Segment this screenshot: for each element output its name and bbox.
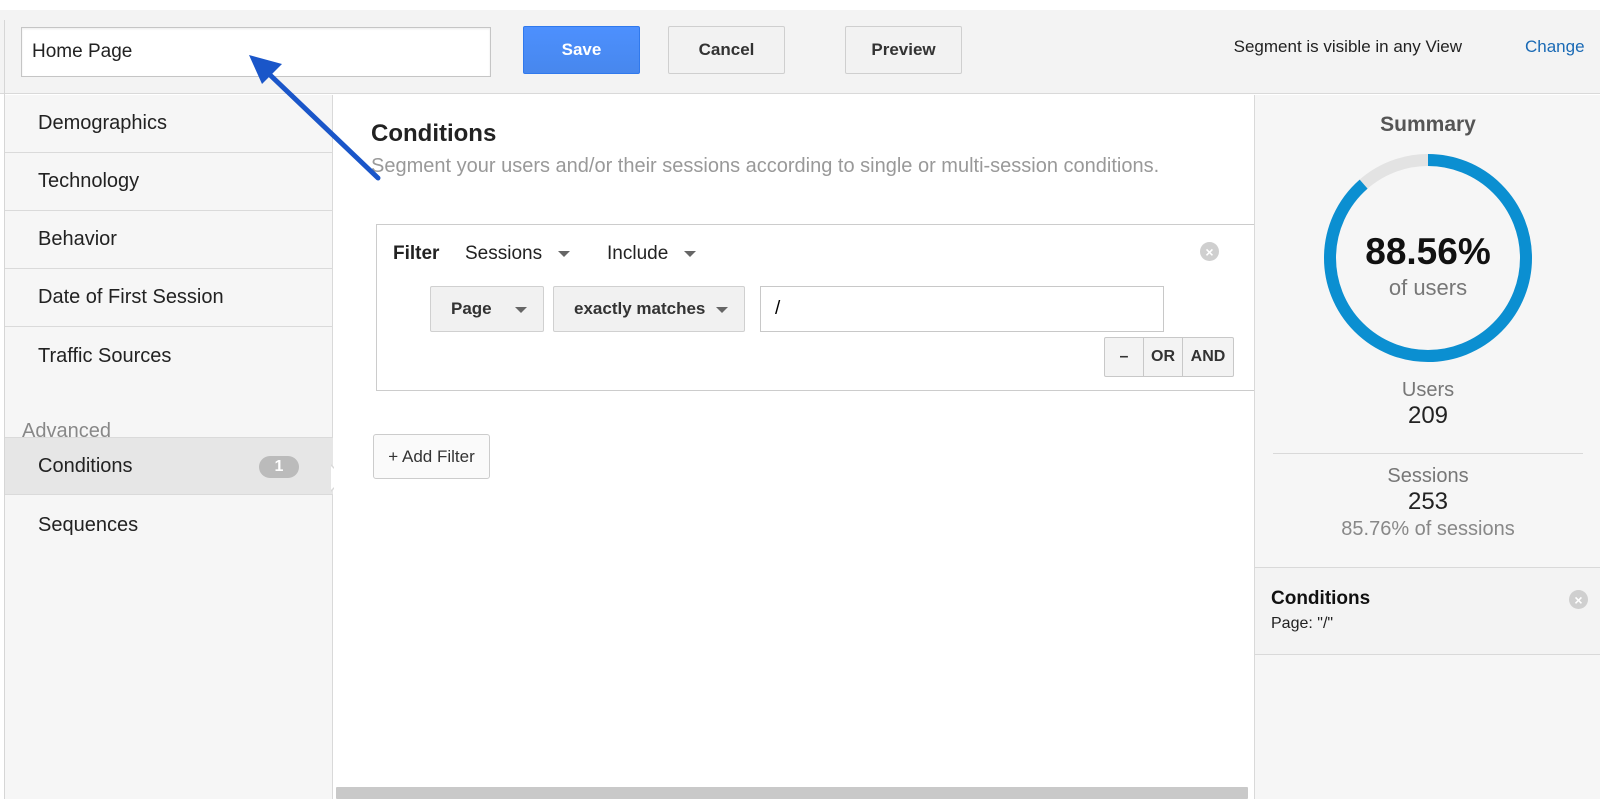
- sessions-percent: 85.76% of sessions: [1341, 518, 1515, 540]
- remove-filter-icon[interactable]: ×: [1200, 242, 1219, 261]
- sidebar-item-label: Conditions: [38, 454, 133, 477]
- change-link[interactable]: Change: [1525, 37, 1585, 57]
- sessions-label: Sessions: [1387, 465, 1469, 487]
- sidebar-item-label: Behavior: [38, 228, 117, 250]
- conditions-summary-title: Conditions: [1271, 588, 1371, 609]
- sidebar-item-label: Demographics: [38, 112, 167, 134]
- users-label: Users: [1401, 379, 1455, 401]
- scope-dropdown[interactable]: Sessions: [465, 243, 571, 265]
- page-subtitle: Segment your users and/or their sessions…: [371, 155, 1160, 177]
- chevron-down-icon: [716, 307, 728, 313]
- sidebar-item-conditions[interactable]: Conditions 1: [5, 437, 333, 495]
- and-button[interactable]: AND: [1183, 338, 1233, 376]
- add-filter-button[interactable]: + Add Filter: [373, 434, 490, 479]
- remove-condition-icon[interactable]: ×: [1569, 590, 1588, 609]
- sessions-value: 253: [1407, 488, 1449, 515]
- chevron-down-icon: [684, 250, 697, 257]
- segment-sidebar: Demographics Technology Behavior Date of…: [4, 95, 333, 799]
- dimension-select[interactable]: Page: [430, 286, 544, 332]
- users-percent-caption: of users: [1388, 275, 1468, 300]
- segment-editor: Save Cancel Preview Segment is visible i…: [0, 0, 1600, 799]
- save-button[interactable]: Save: [523, 26, 640, 74]
- sidebar-item-sequences[interactable]: Sequences: [5, 496, 333, 554]
- sidebar-item-label: Date of First Session: [38, 286, 224, 308]
- users-value: 209: [1407, 402, 1449, 429]
- condition-value-input[interactable]: [760, 286, 1164, 332]
- sidebar-item-date-of-first-session[interactable]: Date of First Session: [5, 269, 333, 327]
- page-title: Conditions: [371, 120, 497, 147]
- or-button[interactable]: OR: [1144, 338, 1183, 376]
- preview-button[interactable]: Preview: [845, 26, 962, 74]
- sidebar-item-label: Traffic Sources: [38, 344, 172, 367]
- operator-select[interactable]: exactly matches: [553, 286, 745, 332]
- dimension-value: Page: [451, 299, 492, 318]
- cancel-button[interactable]: Cancel: [668, 26, 785, 74]
- visibility-text: Segment is visible in any View: [1233, 37, 1462, 56]
- sidebar-item-technology[interactable]: Technology: [5, 153, 333, 211]
- logic-button-group: – OR AND: [1104, 337, 1234, 377]
- horizontal-scrollbar[interactable]: [336, 787, 1248, 799]
- chevron-down-icon: [558, 250, 571, 257]
- sidebar-item-behavior[interactable]: Behavior: [5, 211, 333, 269]
- sidebar-item-label: Technology: [38, 170, 140, 192]
- sidebar-item-label: Sequences: [38, 513, 139, 536]
- conditions-summary-card: Conditions Page: "/" ×: [1255, 567, 1600, 655]
- sidebar-item-traffic-sources[interactable]: Traffic Sources: [5, 327, 333, 385]
- scope-value: Sessions: [465, 243, 543, 264]
- segment-name-input[interactable]: [21, 27, 491, 77]
- chevron-down-icon: [515, 307, 527, 313]
- summary-title: Summary: [1380, 113, 1476, 136]
- summary-panel: Summary 88.56% of users Users 209 Sessio…: [1254, 95, 1600, 799]
- filter-label: Filter: [393, 243, 440, 264]
- summary-divider: [1273, 453, 1583, 454]
- conditions-summary-desc: Page: "/": [1271, 615, 1334, 632]
- filter-card: Filter Sessions Include × Page exactly m…: [376, 224, 1256, 391]
- sidebar-item-demographics[interactable]: Demographics: [5, 95, 333, 153]
- include-dropdown[interactable]: Include: [607, 243, 697, 265]
- conditions-panel: Conditions Segment your users and/or the…: [334, 95, 1256, 799]
- operator-value: exactly matches: [574, 299, 706, 318]
- remove-condition-button[interactable]: –: [1105, 338, 1144, 376]
- include-value: Include: [607, 243, 669, 264]
- users-percent: 88.56%: [1365, 231, 1491, 272]
- conditions-count-badge: 1: [259, 456, 299, 478]
